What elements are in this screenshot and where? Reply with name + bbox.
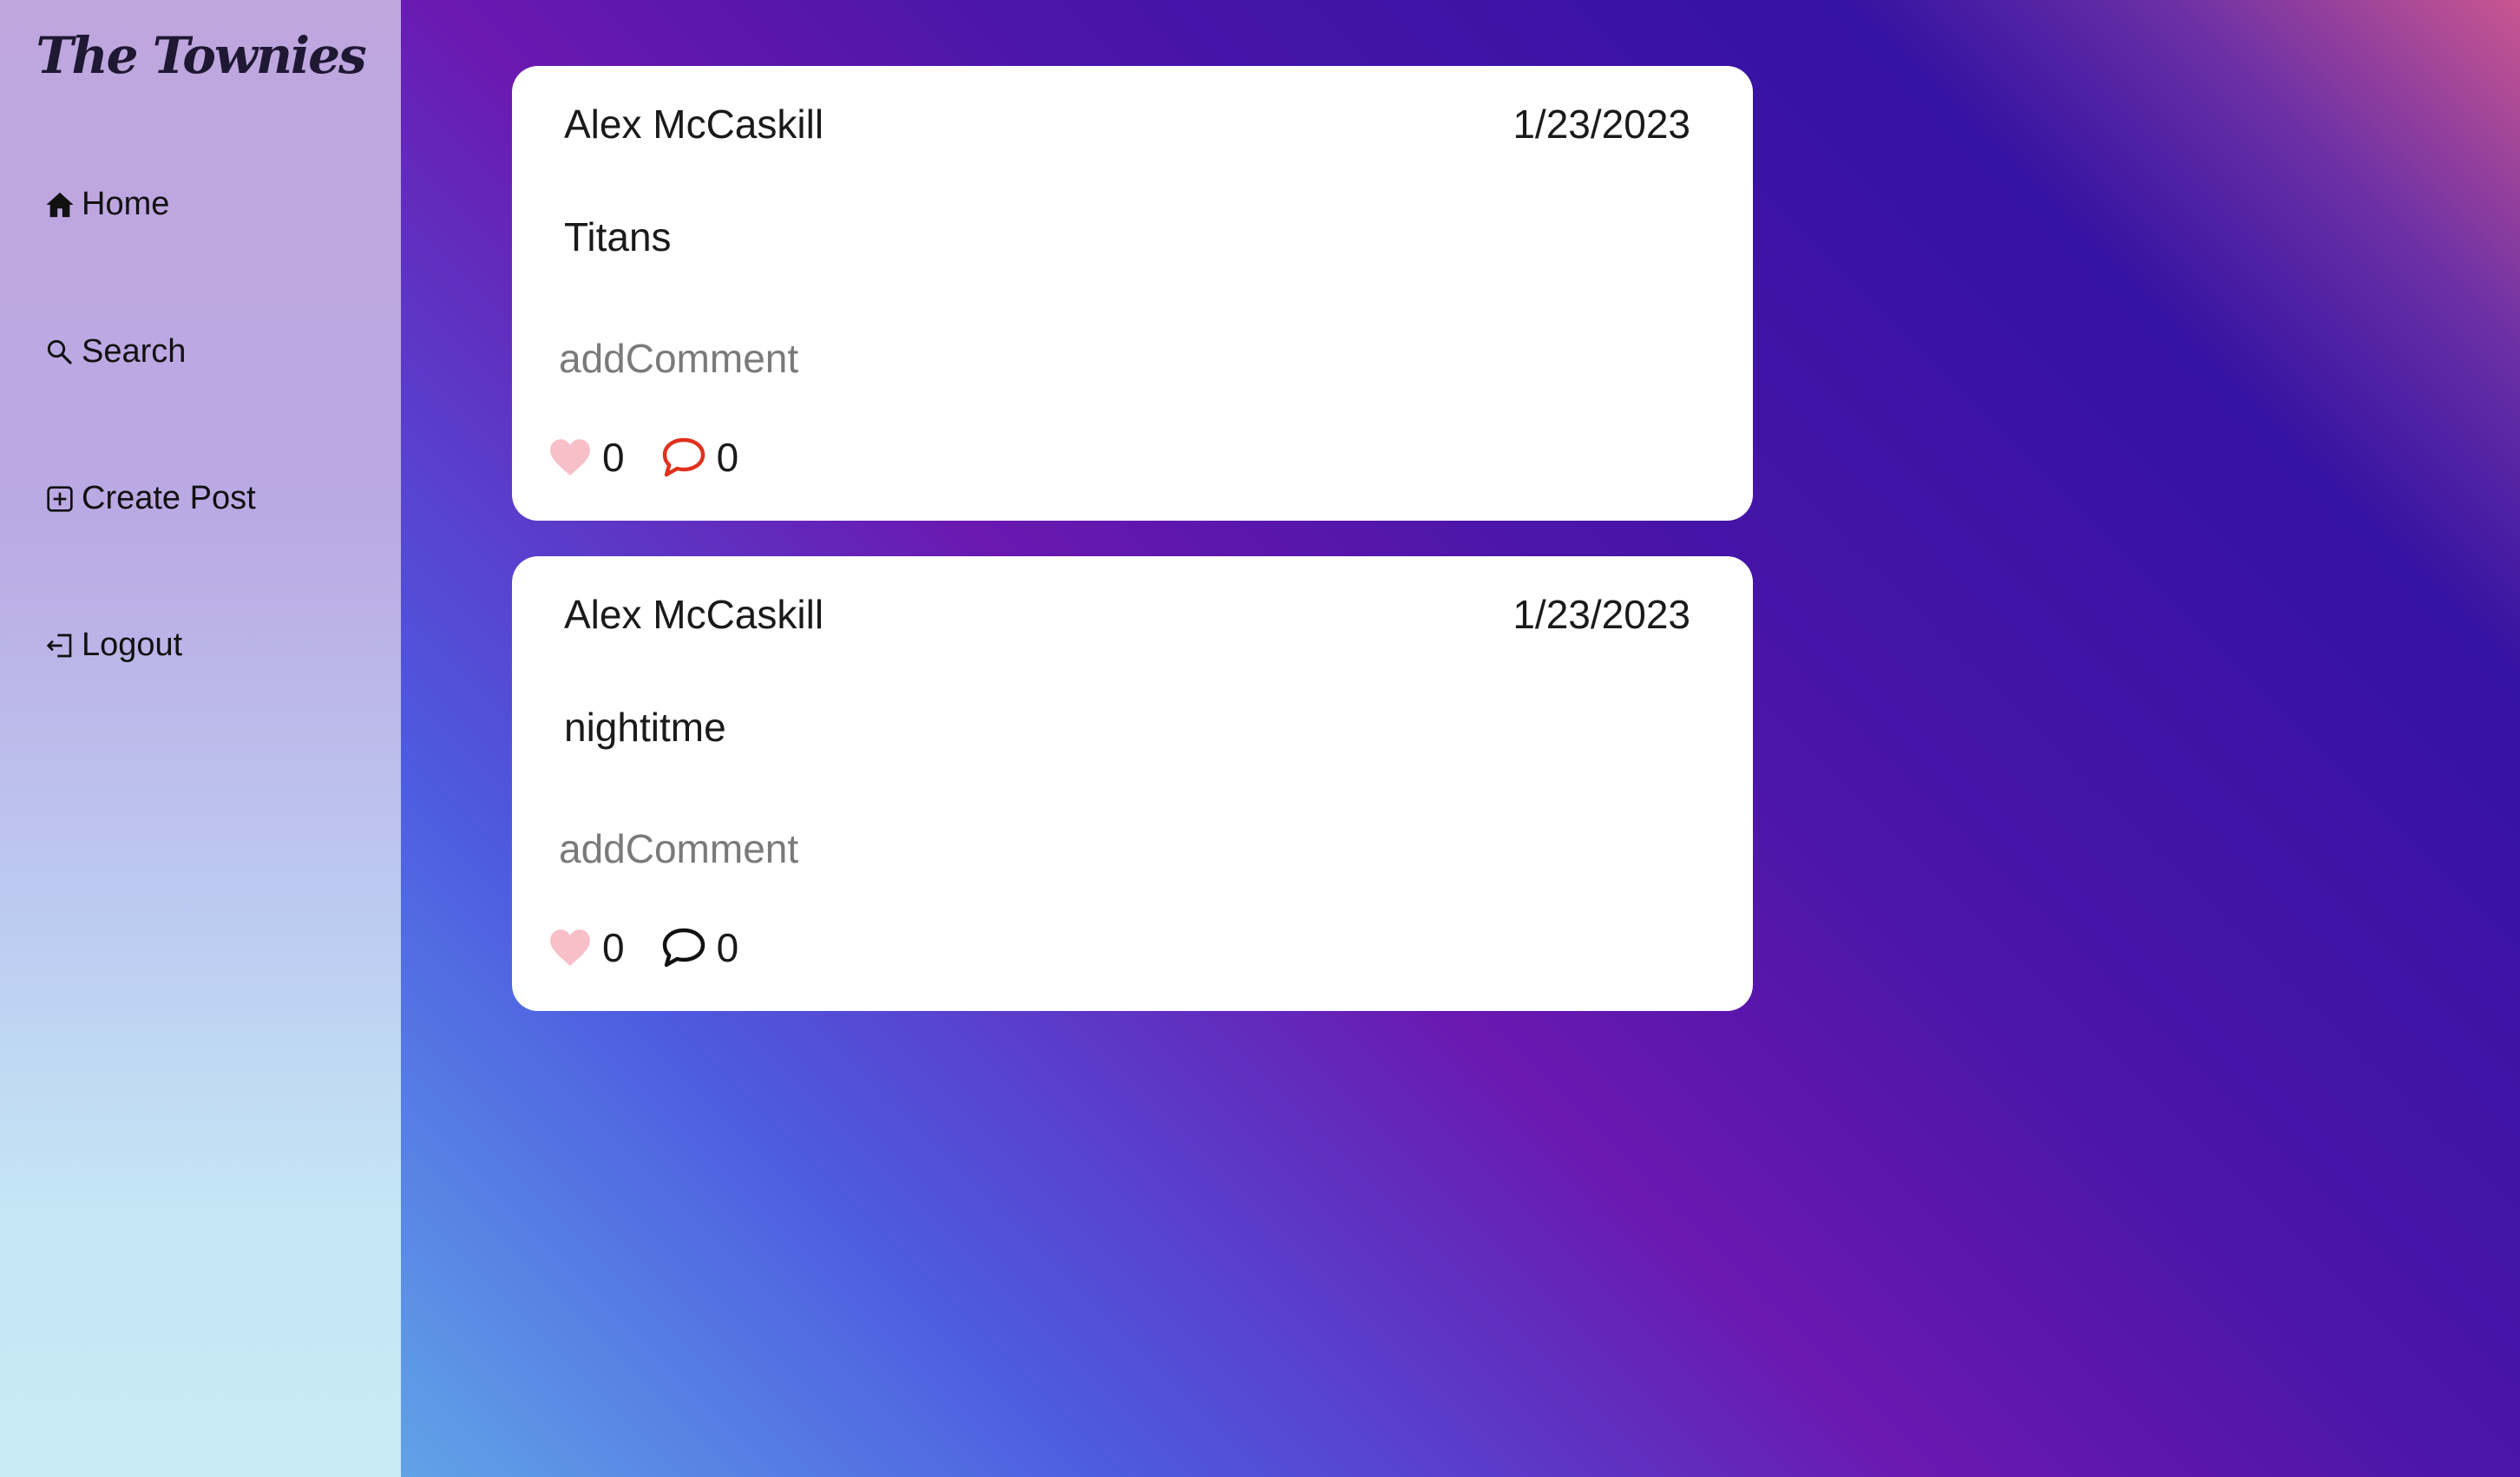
add-comment-input[interactable]	[559, 328, 1340, 389]
post-date: 1/23/2023	[1513, 592, 1690, 637]
heart-icon	[550, 929, 590, 966]
comment-button[interactable]: 0	[661, 924, 739, 971]
post-text: Titans	[564, 214, 672, 259]
home-icon	[43, 188, 76, 221]
like-count: 0	[602, 435, 625, 480]
sidebar-item-home[interactable]: Home	[43, 186, 169, 223]
sidebar-item-label: Create Post	[82, 480, 256, 516]
post-author[interactable]: Alex McCaskill	[564, 591, 824, 638]
sidebar-item-search[interactable]: Search	[43, 333, 186, 371]
comment-icon	[662, 928, 705, 968]
sidebar-item-create-post[interactable]: Create Post	[43, 480, 256, 517]
post-card: Alex McCaskill 1/23/2023 nightitme 0 0	[512, 556, 1753, 1011]
like-button[interactable]: 0	[548, 924, 625, 971]
comment-icon	[662, 437, 705, 477]
comment-count: 0	[716, 435, 739, 480]
post-text: nightitme	[564, 705, 726, 750]
post-actions: 0 0	[548, 924, 775, 971]
add-comment-input[interactable]	[559, 818, 1340, 879]
app-logo[interactable]: The Townies	[0, 26, 401, 85]
post-author[interactable]: Alex McCaskill	[564, 101, 824, 148]
search-icon	[43, 336, 76, 369]
sidebar-item-label: Search	[82, 333, 187, 370]
sidebar-item-logout[interactable]: Logout	[43, 627, 182, 664]
sidebar-item-label: Home	[82, 186, 170, 222]
plus-square-icon	[43, 482, 76, 515]
comment-count: 0	[716, 925, 739, 970]
like-count: 0	[602, 925, 625, 970]
post-actions: 0 0	[548, 434, 775, 481]
logout-icon	[43, 629, 76, 662]
post-card: Alex McCaskill 1/23/2023 Titans 0 0	[512, 66, 1753, 521]
sidebar: The Townies Home Search Create Post Logo…	[0, 0, 401, 1477]
post-date: 1/23/2023	[1513, 102, 1690, 147]
like-button[interactable]: 0	[548, 434, 625, 481]
comment-button[interactable]: 0	[661, 434, 739, 481]
sidebar-item-label: Logout	[82, 627, 183, 663]
heart-icon	[550, 439, 590, 476]
app-page: The Townies Home Search Create Post Logo…	[0, 0, 2520, 1477]
